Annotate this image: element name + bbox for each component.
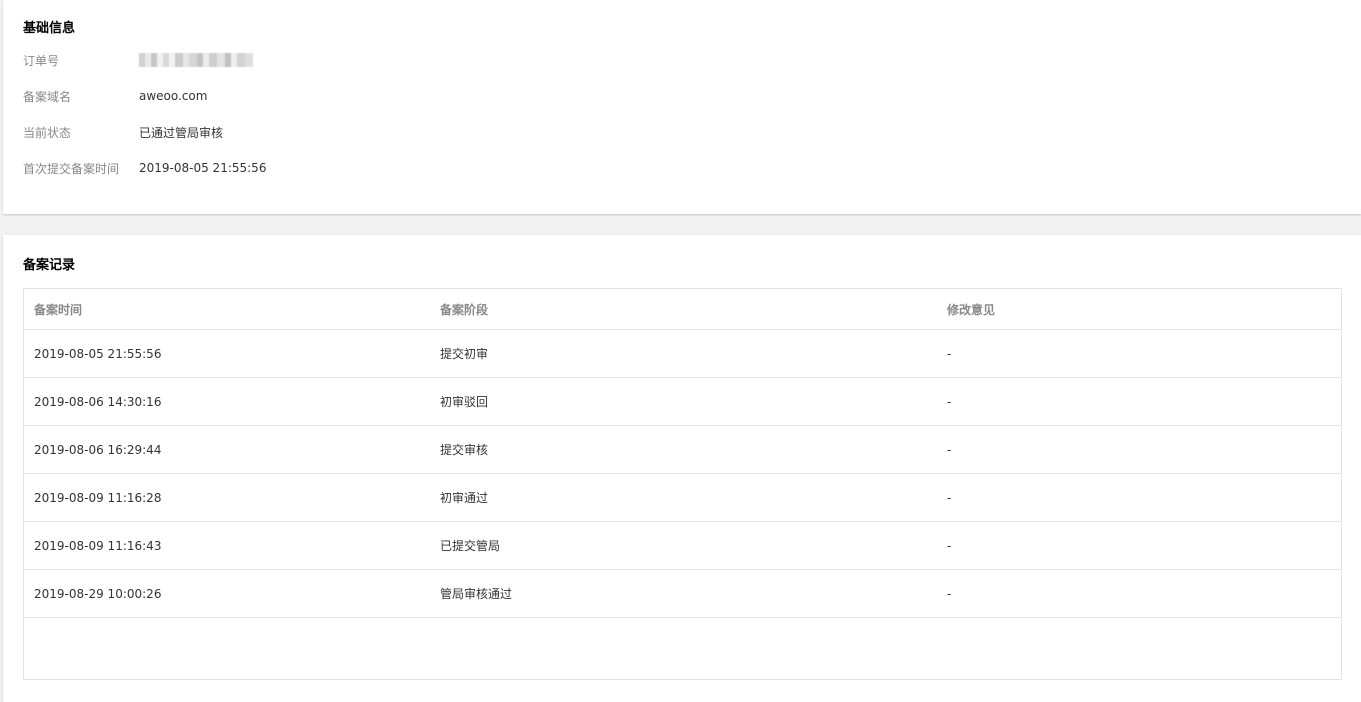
cell-time: 2019-08-06 14:30:16 (24, 377, 430, 426)
records-card: 备案记录 备案时间 备案阶段 修改意见 2019-08-05 21:55:56 … (3, 235, 1361, 702)
table-row: 2019-08-09 11:16:28 初审通过 - (24, 473, 1341, 522)
cell-stage: 管局审核通过 (430, 569, 937, 618)
order-number-value-redacted (139, 53, 253, 67)
table-row: 2019-08-06 16:29:44 提交审核 - (24, 425, 1341, 474)
first-submit-time-label: 首次提交备案时间 (23, 161, 120, 176)
domain-value: aweoo.com (139, 89, 208, 103)
basic-info-card: 基础信息 订单号 备案域名 aweoo.com 当前状态 已通过管局审核 首次提… (3, 0, 1361, 214)
status-value: 已通过管局审核 (139, 125, 224, 140)
cell-comment: - (937, 569, 1341, 618)
cell-comment: - (937, 473, 1341, 522)
info-row-domain: 备案域名 aweoo.com (23, 86, 207, 106)
info-row-order-number: 订单号 (23, 50, 253, 70)
cell-stage: 初审驳回 (430, 377, 937, 426)
cell-stage: 初审通过 (430, 473, 937, 522)
info-row-status: 当前状态 已通过管局审核 (23, 122, 223, 142)
column-header-stage: 备案阶段 (430, 289, 937, 330)
table-row: 2019-08-09 11:16:43 已提交管局 - (24, 521, 1341, 570)
domain-label: 备案域名 (23, 89, 72, 104)
cell-comment: - (937, 377, 1341, 426)
cell-comment: - (937, 521, 1341, 570)
basic-info-title: 基础信息 (23, 21, 76, 36)
cell-stage: 已提交管局 (430, 521, 937, 570)
cell-comment: - (937, 425, 1341, 474)
cell-stage: 提交审核 (430, 425, 937, 474)
records-table: 备案时间 备案阶段 修改意见 2019-08-05 21:55:56 提交初审 … (23, 288, 1342, 680)
info-row-first-submit-time: 首次提交备案时间 2019-08-05 21:55:56 (23, 158, 266, 178)
table-row: 2019-08-29 10:00:26 管局审核通过 - (24, 569, 1341, 618)
first-submit-time-value: 2019-08-05 21:55:56 (139, 161, 267, 175)
cell-time: 2019-08-09 11:16:28 (24, 473, 430, 522)
cell-comment: - (937, 329, 1341, 378)
table-row: 2019-08-05 21:55:56 提交初审 - (24, 329, 1341, 378)
cell-time: 2019-08-05 21:55:56 (24, 329, 430, 378)
cell-time: 2019-08-29 10:00:26 (24, 569, 430, 618)
cell-stage: 提交初审 (430, 329, 937, 378)
order-number-label: 订单号 (23, 53, 60, 68)
cell-time: 2019-08-06 16:29:44 (24, 425, 430, 474)
table-row: 2019-08-06 14:30:16 初审驳回 - (24, 377, 1341, 426)
column-header-comment: 修改意见 (937, 289, 1341, 330)
cell-time: 2019-08-09 11:16:43 (24, 521, 430, 570)
table-header-row: 备案时间 备案阶段 修改意见 (24, 289, 1341, 330)
column-header-time: 备案时间 (24, 289, 430, 330)
records-title: 备案记录 (23, 258, 76, 273)
status-label: 当前状态 (23, 125, 72, 140)
